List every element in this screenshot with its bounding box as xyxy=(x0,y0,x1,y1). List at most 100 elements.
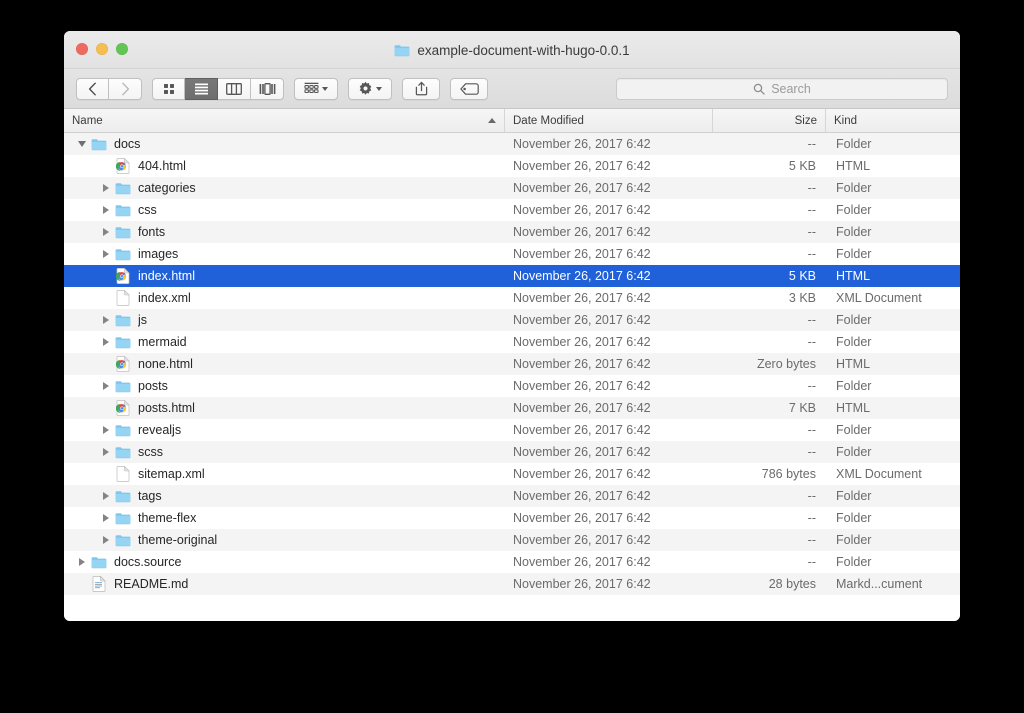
html-file-icon xyxy=(116,158,130,174)
table-row[interactable]: posts November 26, 2017 6:42 -- Folder xyxy=(64,375,960,397)
table-row[interactable]: 404.html November 26, 2017 6:42 5 KB HTML xyxy=(64,155,960,177)
titlebar[interactable]: example-document-with-hugo-0.0.1 xyxy=(64,31,960,69)
action-menu-button[interactable] xyxy=(348,77,392,100)
file-list[interactable]: docs November 26, 2017 6:42 -- Folder 404.ht… xyxy=(64,133,960,621)
cell-size: -- xyxy=(807,313,816,327)
triangle-right-icon xyxy=(103,492,109,500)
cell-size: -- xyxy=(807,445,816,459)
disclosure-triangle[interactable] xyxy=(74,558,90,566)
disclosure-triangle[interactable] xyxy=(98,382,114,390)
minimize-button[interactable] xyxy=(96,43,108,55)
folder-icon xyxy=(115,204,131,216)
forward-button[interactable] xyxy=(109,77,142,100)
disclosure-triangle[interactable] xyxy=(98,316,114,324)
cell-name: css xyxy=(64,203,505,217)
disclosure-triangle[interactable] xyxy=(98,536,114,544)
table-row[interactable]: js November 26, 2017 6:42 -- Folder xyxy=(64,309,960,331)
traffic-lights xyxy=(76,43,128,55)
table-row[interactable]: fonts November 26, 2017 6:42 -- Folder xyxy=(64,221,960,243)
table-row[interactable]: README.md November 26, 2017 6:42 28 bytes M… xyxy=(64,573,960,595)
cell-size: 786 bytes xyxy=(761,467,816,481)
triangle-right-icon xyxy=(103,514,109,522)
disclosure-triangle[interactable] xyxy=(98,228,114,236)
column-header-name[interactable]: Name xyxy=(64,109,505,132)
file-icon xyxy=(114,512,132,525)
cell-name: docs xyxy=(64,137,505,151)
html-file-icon xyxy=(116,268,130,284)
folder-icon xyxy=(115,490,131,502)
cell-name: posts.html xyxy=(64,400,505,416)
disclosure-triangle[interactable] xyxy=(74,141,90,147)
cell-name: theme-original xyxy=(64,533,505,547)
search-input[interactable]: Search xyxy=(771,82,811,96)
disclosure-triangle[interactable] xyxy=(98,338,114,346)
disclosure-triangle[interactable] xyxy=(98,514,114,522)
cell-name: categories xyxy=(64,181,505,195)
table-row[interactable]: css November 26, 2017 6:42 -- Folder xyxy=(64,199,960,221)
file-name-label: posts xyxy=(138,379,168,393)
disclosure-triangle[interactable] xyxy=(98,426,114,434)
table-row[interactable]: images November 26, 2017 6:42 -- Folder xyxy=(64,243,960,265)
cell-size: -- xyxy=(807,247,816,261)
file-name-label: README.md xyxy=(114,577,189,591)
disclosure-triangle[interactable] xyxy=(98,448,114,456)
table-row[interactable]: theme-original November 26, 2017 6:42 -- Fo… xyxy=(64,529,960,551)
icon-view-button[interactable] xyxy=(152,77,185,100)
share-button[interactable] xyxy=(402,77,440,100)
column-header-kind[interactable]: Kind xyxy=(826,109,960,132)
cell-kind: HTML xyxy=(836,401,871,415)
file-name-label: categories xyxy=(138,181,196,195)
file-icon xyxy=(114,380,132,393)
file-name-label: tags xyxy=(138,489,162,503)
cell-name: 404.html xyxy=(64,158,505,174)
list-view-button[interactable] xyxy=(185,77,218,100)
disclosure-triangle[interactable] xyxy=(98,492,114,500)
cell-size: -- xyxy=(807,203,816,217)
chevron-left-icon xyxy=(88,82,96,95)
folder-icon xyxy=(115,446,131,458)
table-row[interactable]: index.html November 26, 2017 6:42 5 KB HTML xyxy=(64,265,960,287)
table-row[interactable]: revealjs November 26, 2017 6:42 -- Folder xyxy=(64,419,960,441)
file-icon xyxy=(114,336,132,349)
triangle-down-icon xyxy=(78,141,86,147)
cell-size: -- xyxy=(807,423,816,437)
cell-date-modified: November 26, 2017 6:42 xyxy=(513,467,651,481)
search-field[interactable]: Search xyxy=(616,77,948,100)
arrange-by-button[interactable] xyxy=(294,77,338,100)
file-icon xyxy=(90,556,108,569)
triangle-right-icon xyxy=(103,382,109,390)
cell-date-modified: November 26, 2017 6:42 xyxy=(513,203,651,217)
tags-button[interactable] xyxy=(450,77,488,100)
column-header-size[interactable]: Size xyxy=(713,109,826,132)
gear-icon xyxy=(359,81,372,95)
table-row[interactable]: docs.source November 26, 2017 6:42 -- Folde… xyxy=(64,551,960,573)
cell-date-modified: November 26, 2017 6:42 xyxy=(513,225,651,239)
table-row[interactable]: sitemap.xml November 26, 2017 6:42 786 byt… xyxy=(64,463,960,485)
gallery-view-button[interactable] xyxy=(251,77,284,100)
file-icon xyxy=(114,248,132,261)
cell-name: none.html xyxy=(64,356,505,372)
cell-size: -- xyxy=(807,555,816,569)
table-row[interactable]: posts.html November 26, 2017 6:42 7 KB HTML xyxy=(64,397,960,419)
close-button[interactable] xyxy=(76,43,88,55)
list-icon xyxy=(194,83,208,95)
table-row[interactable]: index.xml November 26, 2017 6:42 3 KB XML D… xyxy=(64,287,960,309)
table-row[interactable]: tags November 26, 2017 6:42 -- Folder xyxy=(64,485,960,507)
table-row[interactable]: mermaid November 26, 2017 6:42 -- Folder xyxy=(64,331,960,353)
share-icon xyxy=(415,81,427,96)
column-header-date-modified[interactable]: Date Modified xyxy=(505,109,713,132)
table-row[interactable]: scss November 26, 2017 6:42 -- Folder xyxy=(64,441,960,463)
table-row[interactable]: docs November 26, 2017 6:42 -- Folder xyxy=(64,133,960,155)
disclosure-triangle[interactable] xyxy=(98,206,114,214)
table-row[interactable]: categories November 26, 2017 6:42 -- Folder xyxy=(64,177,960,199)
column-view-button[interactable] xyxy=(218,77,251,100)
file-icon xyxy=(114,204,132,217)
table-row[interactable]: none.html November 26, 2017 6:42 Zero byte… xyxy=(64,353,960,375)
triangle-right-icon xyxy=(103,448,109,456)
file-icon xyxy=(114,490,132,503)
table-row[interactable]: theme-flex November 26, 2017 6:42 -- Folder xyxy=(64,507,960,529)
zoom-button[interactable] xyxy=(116,43,128,55)
disclosure-triangle[interactable] xyxy=(98,184,114,192)
back-button[interactable] xyxy=(76,77,109,100)
disclosure-triangle[interactable] xyxy=(98,250,114,258)
